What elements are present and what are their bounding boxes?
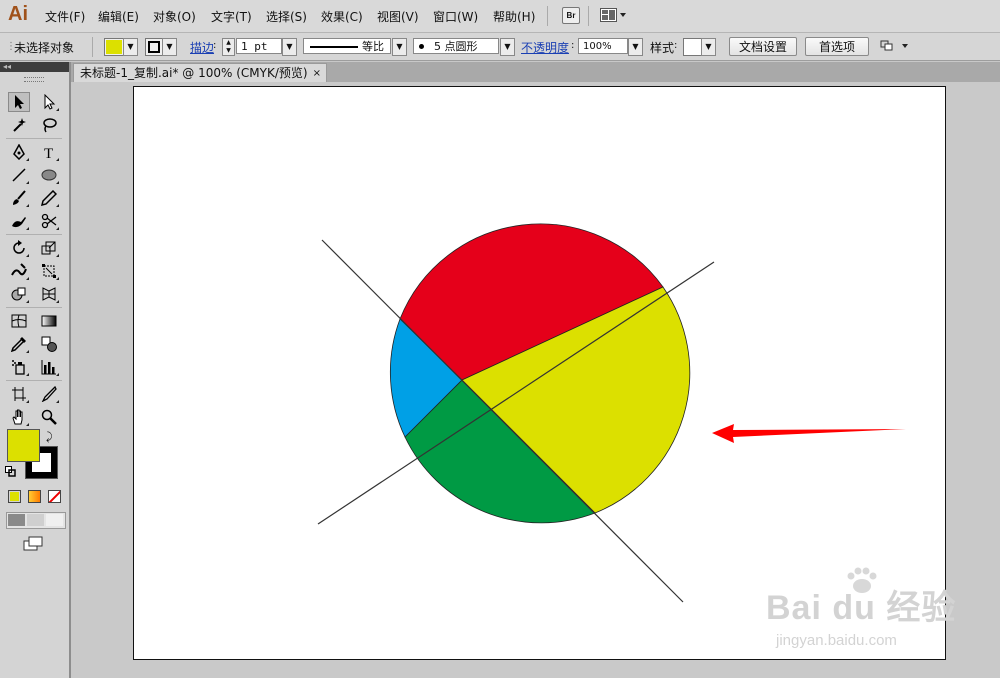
baidu-watermark-url: jingyan.baidu.com [776,632,897,649]
fill-color-box[interactable] [7,429,40,462]
paw-icon [842,566,882,599]
red-arrow-annotation [712,424,906,443]
